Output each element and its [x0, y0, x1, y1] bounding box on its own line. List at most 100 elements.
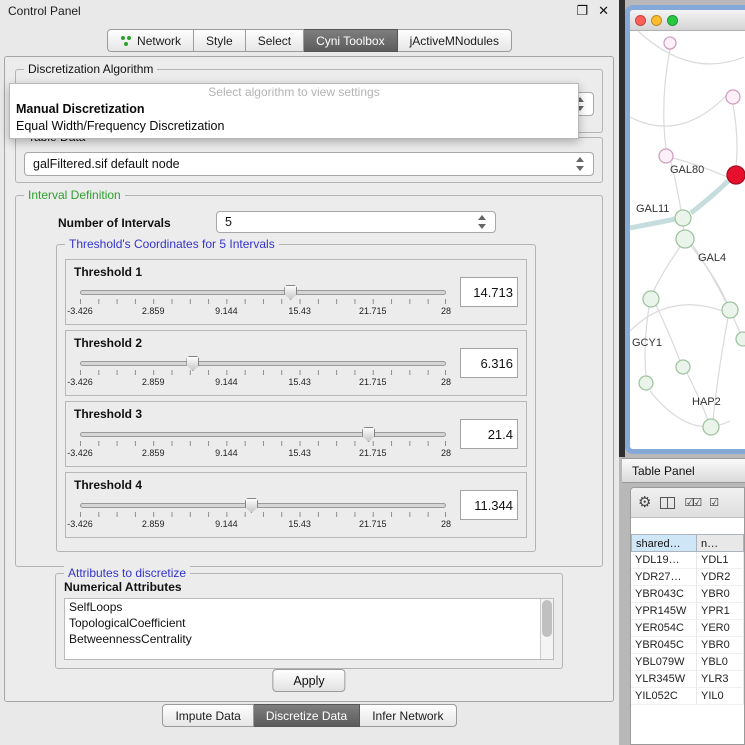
- network-node[interactable]: [664, 37, 676, 49]
- number-of-intervals-combobox[interactable]: 5: [216, 211, 496, 233]
- network-edge[interactable]: [656, 305, 680, 361]
- tab-label: Network: [137, 34, 181, 48]
- table-row[interactable]: YIL052CYIL0: [631, 688, 744, 705]
- close-traffic-light-icon[interactable]: [635, 15, 646, 26]
- network-edge[interactable]: [733, 104, 737, 166]
- network-node[interactable]: [703, 419, 719, 435]
- scrollbar[interactable]: [540, 599, 553, 659]
- threshold-slider: -3.4262.8599.14415.4321.71528: [80, 497, 446, 535]
- network-node[interactable]: [659, 149, 673, 163]
- split-columns-icon[interactable]: [660, 497, 675, 509]
- slider-thumb[interactable]: [362, 427, 375, 442]
- slider-thumb[interactable]: [284, 285, 297, 300]
- network-edge[interactable]: [653, 247, 680, 292]
- column-visibility-icon[interactable]: ☑: [709, 496, 717, 509]
- thresholds-group: Threshold's Coordinates for 5 Intervals …: [56, 244, 536, 552]
- algorithm-option[interactable]: Manual Discretization: [10, 101, 578, 118]
- slider-track[interactable]: [80, 432, 446, 437]
- select-columns-icon[interactable]: ☑☑: [684, 496, 700, 509]
- tab-label: Discretize Data: [266, 709, 347, 723]
- apply-button[interactable]: Apply: [272, 669, 345, 692]
- network-edge[interactable]: [638, 31, 744, 64]
- attribute-item[interactable]: SelfLoops: [65, 599, 553, 615]
- table-settings-gear-icon[interactable]: ⚙: [638, 495, 651, 511]
- threshold-value-input[interactable]: [460, 419, 518, 449]
- tab-label: jActiveMNodules: [410, 34, 499, 48]
- cyni-toolbox-panel: Discretization Algorithm Select algorith…: [4, 56, 614, 702]
- algorithm-option[interactable]: Equal Width/Frequency Discretization: [10, 118, 578, 135]
- tab-impute-data[interactable]: Impute Data: [162, 704, 253, 727]
- network-window-titlebar[interactable]: [630, 10, 745, 31]
- network-canvas[interactable]: GAL80GAL11GAL4GCY1HAP2: [630, 31, 745, 449]
- table-row[interactable]: YBR043CYBR0: [631, 586, 744, 603]
- column-header[interactable]: n…: [697, 534, 744, 552]
- window-title: Control Panel: [8, 4, 81, 18]
- network-edge[interactable]: [630, 219, 676, 228]
- network-edge[interactable]: [691, 181, 728, 213]
- table-cell: YLR3: [697, 671, 744, 688]
- control-panel-window: Control Panel ❐ ✕ Network StyleSelectCyni…: [0, 0, 619, 745]
- thresholds-container: Threshold 1 -3.4262.8599.14415.4321.71528…: [65, 259, 527, 543]
- network-edge[interactable]: [664, 49, 670, 149]
- close-window-icon[interactable]: ✕: [598, 3, 609, 18]
- algorithm-dropdown-popup: Select algorithm to view settings Manual…: [9, 83, 579, 139]
- scale-tick-label: 15.43: [288, 519, 311, 529]
- table-panel-header[interactable]: Table Panel: [622, 458, 745, 483]
- scale-tick-label: 15.43: [288, 377, 311, 387]
- slider-scale: -3.4262.8599.14415.4321.71528: [80, 519, 446, 531]
- table-row[interactable]: YBL079WYBL0: [631, 654, 744, 671]
- table-row[interactable]: YLR345WYLR3: [631, 671, 744, 688]
- table-data-combobox[interactable]: galFiltered.sif default node: [24, 152, 594, 176]
- top-tab-bar: Network StyleSelectCyni Toolbox jActiveMNo…: [0, 29, 619, 52]
- table-row[interactable]: YBR045CYBR0: [631, 637, 744, 654]
- network-edge[interactable]: [630, 305, 725, 331]
- tab-network[interactable]: Network: [107, 29, 194, 52]
- tab-cyni-toolbox[interactable]: Cyni Toolbox: [304, 29, 397, 52]
- scale-tick-label: 9.144: [215, 448, 238, 458]
- network-node[interactable]: [676, 230, 694, 248]
- table-row[interactable]: YDR27…YDR2: [631, 569, 744, 586]
- table-cell: YER0: [697, 620, 744, 637]
- network-edge[interactable]: [630, 95, 727, 126]
- zoom-traffic-light-icon[interactable]: [667, 15, 678, 26]
- network-node[interactable]: [722, 302, 738, 318]
- slider-thumb[interactable]: [245, 498, 258, 513]
- column-header[interactable]: shared…: [631, 534, 697, 552]
- bottom-tab-bar: Impute Data Discretize Data Infer Network: [0, 704, 619, 727]
- application: Control Panel ❐ ✕ Network StyleSelectCyni…: [0, 0, 745, 745]
- network-node[interactable]: [676, 360, 690, 374]
- attribute-item[interactable]: TopologicalCoefficient: [65, 615, 553, 631]
- table-row[interactable]: YDL19…YDL1: [631, 552, 744, 569]
- attribute-item[interactable]: BetweennessCentrality: [65, 631, 553, 647]
- tab-select[interactable]: Select: [246, 29, 304, 52]
- table-cell: YDL1: [697, 552, 744, 569]
- threshold-value-input[interactable]: [460, 348, 518, 378]
- tab-jactivemnodules[interactable]: jActiveMNodules: [398, 29, 512, 52]
- tab-discretize-data[interactable]: Discretize Data: [254, 704, 360, 727]
- slider-track[interactable]: [80, 503, 446, 508]
- network-node[interactable]: [727, 166, 745, 184]
- slider-thumb[interactable]: [186, 356, 199, 371]
- float-window-icon[interactable]: ❐: [576, 3, 588, 18]
- threshold-value-input[interactable]: [460, 490, 518, 520]
- network-node[interactable]: [643, 291, 659, 307]
- slider-track[interactable]: [80, 290, 446, 295]
- tab-style[interactable]: Style: [194, 29, 246, 52]
- tab-infer-network[interactable]: Infer Network: [360, 704, 456, 727]
- network-node[interactable]: [736, 332, 745, 346]
- network-node[interactable]: [675, 210, 691, 226]
- threshold-label: Threshold 1: [74, 265, 142, 279]
- minimize-traffic-light-icon[interactable]: [651, 15, 662, 26]
- network-node[interactable]: [726, 90, 740, 104]
- scrollbar-thumb[interactable]: [542, 600, 552, 637]
- table-row[interactable]: YPR145WYPR1: [631, 603, 744, 620]
- scale-tick-label: 2.859: [142, 377, 165, 387]
- node-label: GCY1: [632, 337, 662, 349]
- table-row[interactable]: YER054CYER0: [631, 620, 744, 637]
- slider-track[interactable]: [80, 361, 446, 366]
- threshold-value-input[interactable]: [460, 277, 518, 307]
- dropdown-prompt: Select algorithm to view settings: [10, 84, 578, 101]
- slider-scale: -3.4262.8599.14415.4321.71528: [80, 306, 446, 318]
- network-node[interactable]: [639, 376, 653, 390]
- scale-tick-label: -3.426: [67, 519, 93, 529]
